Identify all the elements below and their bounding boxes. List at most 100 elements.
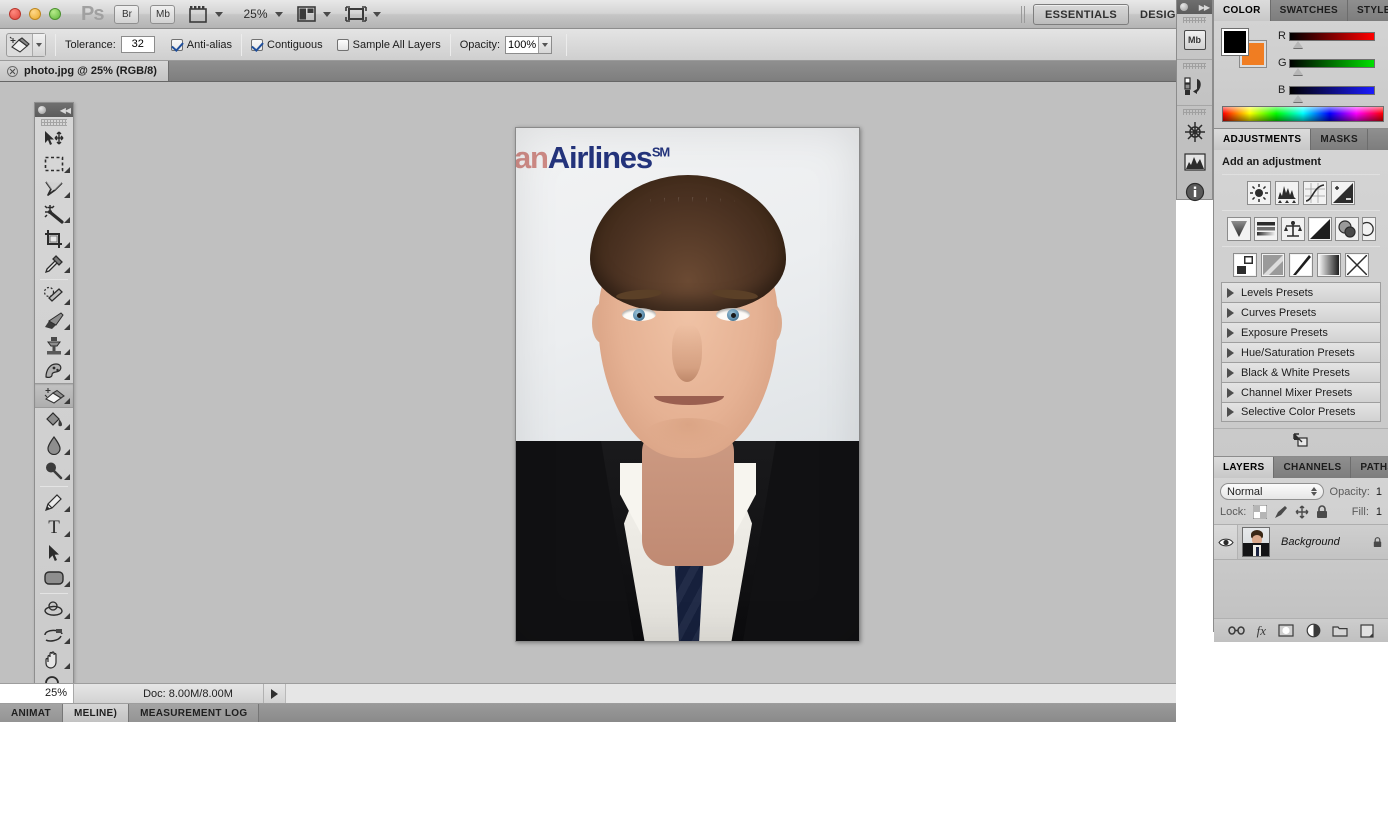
tool-brush[interactable] [35,308,73,333]
hue-saturation-icon[interactable] [1253,217,1278,241]
brightness-contrast-icon[interactable] [1247,181,1271,205]
black-white-icon[interactable] [1307,217,1332,241]
blue-slider-track[interactable] [1289,85,1375,102]
window-controls[interactable] [0,8,61,20]
add-layer-mask-icon[interactable] [1278,624,1294,637]
status-zoom-input[interactable]: 25% [0,684,74,703]
anti-alias-checkbox[interactable] [170,38,183,51]
contiguous-checkbox-row[interactable]: Contiguous [251,38,323,51]
tab-adjustments[interactable]: ADJUSTMENTS [1214,129,1312,150]
tool-history-brush[interactable] [35,358,73,383]
workspace-grip[interactable] [1020,6,1026,23]
color-balance-icon[interactable] [1280,217,1305,241]
vibrance-icon[interactable] [1226,217,1251,241]
canvas-area[interactable]: anAirlinesSM [0,82,1176,683]
preset-black-white[interactable]: Black & White Presets [1221,362,1381,382]
red-slider-track[interactable] [1289,31,1375,48]
curves-icon[interactable] [1303,181,1327,205]
workspace-essentials[interactable]: ESSENTIALS [1032,4,1130,25]
tool-blur[interactable] [35,433,73,458]
launch-mini-bridge-button[interactable]: Mb [150,4,176,24]
tool-paint-bucket[interactable] [35,408,73,433]
dock-header[interactable]: ▶▶ [1177,0,1212,14]
dock-close-icon[interactable] [1180,3,1188,11]
collapse-icon[interactable]: ◀◀ [60,106,71,115]
return-to-adjustment-list-icon[interactable] [1292,432,1310,448]
tool-shape[interactable] [35,565,73,590]
status-expand-button[interactable] [263,684,285,703]
new-layer-icon[interactable] [1360,623,1374,638]
tool-eyedropper[interactable] [35,251,73,276]
launch-bridge-button[interactable]: Br [114,4,140,24]
levels-icon[interactable] [1275,181,1299,205]
tool-hand[interactable] [35,647,73,672]
layer-thumbnail[interactable] [1242,527,1270,557]
dock-grip[interactable] [1183,109,1206,115]
tool-lasso[interactable] [35,176,73,201]
tab-paths[interactable]: PATHS [1351,457,1388,478]
dock-item-history[interactable] [1177,71,1212,101]
tool-dodge[interactable] [35,458,73,483]
tab-animation[interactable]: ANIMAT [0,704,63,722]
dock-item-mini-bridge[interactable]: Mb [1177,25,1212,55]
document-canvas[interactable]: anAirlinesSM [515,127,860,642]
color-spectrum-ramp[interactable] [1222,106,1384,122]
layer-row-background[interactable]: Background [1214,524,1388,560]
screen-mode-button[interactable] [344,6,381,22]
tab-color[interactable]: COLOR [1214,0,1271,21]
lock-transparency-icon[interactable] [1253,505,1268,519]
anti-alias-checkbox-row[interactable]: Anti-alias [170,38,232,51]
preset-hue-saturation[interactable]: Hue/Saturation Presets [1221,342,1381,362]
preset-exposure[interactable]: Exposure Presets [1221,322,1381,342]
tab-masks[interactable]: MASKS [1311,129,1368,150]
zoom-level-display[interactable]: 25% [243,7,267,21]
dock-item-histogram[interactable] [1177,147,1212,177]
close-icon[interactable] [7,65,18,77]
tool-move[interactable] [35,126,73,151]
channel-mixer-icon[interactable] [1361,217,1376,241]
sample-all-layers-checkbox[interactable] [336,38,349,51]
tab-layers[interactable]: LAYERS [1214,457,1275,478]
dock-grip[interactable] [1183,17,1206,23]
selective-color-icon[interactable] [1345,253,1369,277]
preset-levels[interactable]: Levels Presets [1221,282,1381,302]
gradient-map-icon[interactable] [1317,253,1341,277]
link-layers-icon[interactable] [1228,625,1245,636]
tool-preset-picker[interactable] [6,32,46,57]
tool-magic-wand[interactable] [35,201,73,226]
layer-name[interactable]: Background [1281,536,1340,548]
tool-pen[interactable] [35,490,73,515]
zoom-window-button[interactable] [49,8,61,20]
tool-3d-camera-orbit[interactable] [35,622,73,647]
tools-panel-header[interactable]: ◀◀ [35,103,73,117]
tool-clone-stamp[interactable] [35,333,73,358]
new-group-icon[interactable] [1332,624,1348,637]
tools-panel-grip[interactable] [41,119,67,126]
close-window-button[interactable] [9,8,21,20]
opacity-dropdown-button[interactable] [538,36,552,53]
dock-item-kuler[interactable] [1177,117,1212,147]
arrange-documents-button[interactable] [296,6,331,22]
blend-mode-select[interactable]: Normal [1220,483,1324,500]
threshold-icon[interactable] [1289,253,1313,277]
dock-grip[interactable] [1183,63,1206,69]
opacity-input[interactable]: 100% [506,37,538,53]
posterize-icon[interactable] [1261,253,1285,277]
exposure-icon[interactable] [1331,181,1355,205]
tool-crop[interactable] [35,226,73,251]
preset-curves[interactable]: Curves Presets [1221,302,1381,322]
preset-channel-mixer[interactable]: Channel Mixer Presets [1221,382,1381,402]
tool-preset-chevron-icon[interactable] [32,33,45,56]
layers-empty-area[interactable] [1214,560,1388,618]
minimize-window-button[interactable] [29,8,41,20]
tool-path-selection[interactable] [35,540,73,565]
tab-timeline[interactable]: MELINE) [62,704,130,722]
tab-styles[interactable]: STYLES [1348,0,1388,21]
zoom-chevron-down-icon[interactable] [274,11,283,17]
green-slider-track[interactable] [1289,58,1375,75]
invert-icon[interactable] [1233,253,1257,277]
tab-channels[interactable]: CHANNELS [1274,457,1352,478]
new-fill-adjustment-icon[interactable] [1306,623,1321,638]
expand-panels-icon[interactable]: ▶▶ [1199,3,1210,12]
layer-visibility-toggle[interactable] [1214,525,1238,559]
